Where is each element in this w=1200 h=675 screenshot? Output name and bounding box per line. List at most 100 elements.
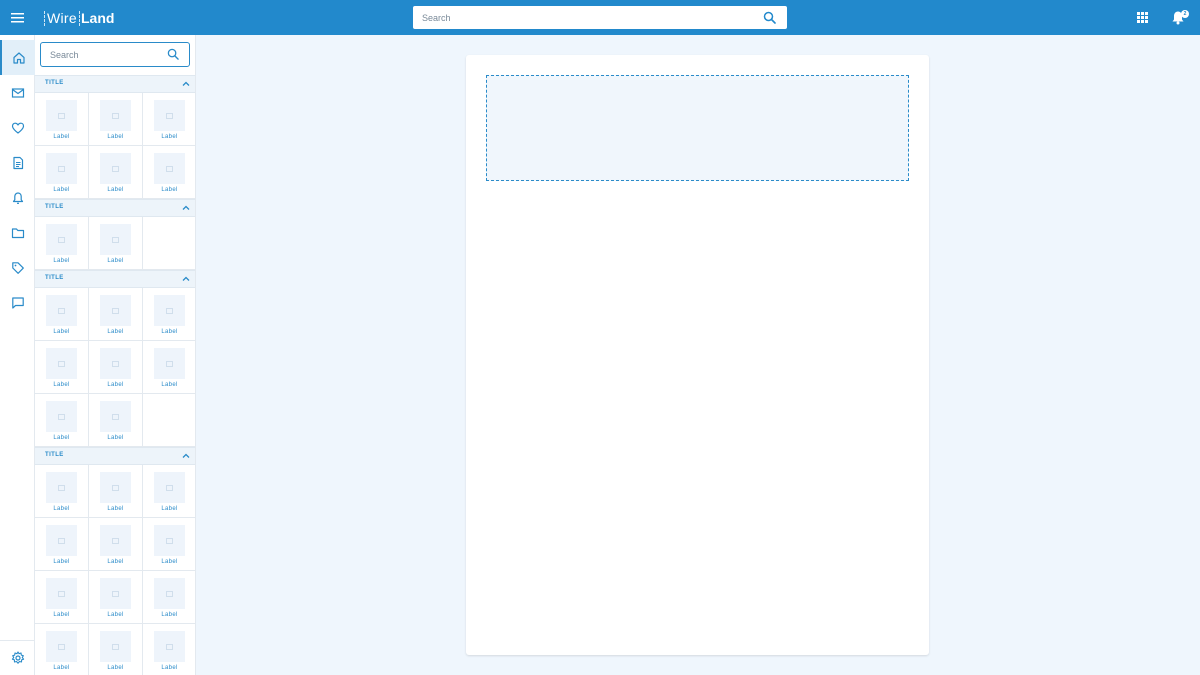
rail-item-chat[interactable] xyxy=(0,285,35,320)
component-tile[interactable]: Label xyxy=(35,146,89,199)
section-title: TITLE xyxy=(45,204,64,210)
chevron-up-icon[interactable] xyxy=(182,452,190,460)
rail-item-favorites[interactable] xyxy=(0,110,35,145)
component-grid: Label Label Label Label Label Label Label Label xyxy=(35,288,195,447)
image-placeholder-icon xyxy=(112,165,119,172)
top-bar: Wire Land 2 xyxy=(0,0,1200,35)
tile-thumbnail xyxy=(46,348,77,379)
rail-item-settings[interactable] xyxy=(0,640,35,675)
component-tile[interactable]: Label xyxy=(89,394,143,447)
component-tile[interactable]: Label xyxy=(143,146,195,199)
image-placeholder-icon xyxy=(166,590,173,597)
component-tile[interactable]: Label xyxy=(89,465,143,518)
component-tile[interactable]: Label xyxy=(143,624,195,675)
tile-thumbnail xyxy=(100,578,131,609)
canvas-page[interactable] xyxy=(466,55,929,655)
menu-icon[interactable] xyxy=(10,10,25,25)
chevron-up-icon[interactable] xyxy=(182,275,190,283)
rail-item-tags[interactable] xyxy=(0,250,35,285)
section-header[interactable]: TITLE xyxy=(35,447,195,465)
image-placeholder-icon xyxy=(112,590,119,597)
tile-thumbnail xyxy=(46,100,77,131)
tile-label: Label xyxy=(107,559,124,565)
empty-tile xyxy=(143,394,195,447)
component-tile[interactable]: Label xyxy=(89,288,143,341)
image-placeholder-icon xyxy=(58,307,65,314)
logo-wire: Wire xyxy=(44,10,80,26)
component-tile[interactable]: Label xyxy=(143,465,195,518)
mail-icon xyxy=(11,87,24,98)
tile-thumbnail xyxy=(100,472,131,503)
component-tile[interactable]: Label xyxy=(35,518,89,571)
rail-item-alerts[interactable] xyxy=(0,180,35,215)
component-tile[interactable]: Label xyxy=(143,341,195,394)
component-tile[interactable]: Label xyxy=(35,571,89,624)
tile-thumbnail xyxy=(100,153,131,184)
tile-label: Label xyxy=(53,329,70,335)
tile-thumbnail xyxy=(100,295,131,326)
apps-grid-icon[interactable] xyxy=(1137,12,1148,23)
component-tile[interactable]: Label xyxy=(35,465,89,518)
tile-label: Label xyxy=(161,559,178,565)
image-placeholder-icon xyxy=(166,484,173,491)
tile-label: Label xyxy=(53,559,70,565)
rail-item-home[interactable] xyxy=(0,40,35,75)
tile-label: Label xyxy=(107,612,124,618)
tile-label: Label xyxy=(53,506,70,512)
image-placeholder-icon xyxy=(58,484,65,491)
component-tile[interactable]: Label xyxy=(89,93,143,146)
tile-label: Label xyxy=(161,665,178,671)
component-tile[interactable]: Label xyxy=(35,93,89,146)
search-icon[interactable] xyxy=(763,11,776,24)
app-logo[interactable]: Wire Land xyxy=(44,8,114,28)
component-tile[interactable]: Label xyxy=(35,394,89,447)
component-tile[interactable]: Label xyxy=(35,624,89,675)
panel-search-input[interactable] xyxy=(41,43,159,66)
tile-thumbnail xyxy=(154,153,185,184)
tile-thumbnail xyxy=(154,578,185,609)
tile-label: Label xyxy=(53,382,70,388)
drop-zone[interactable] xyxy=(486,75,909,181)
tile-thumbnail xyxy=(100,224,131,255)
tile-thumbnail xyxy=(46,472,77,503)
tile-label: Label xyxy=(161,329,178,335)
section-header[interactable]: TITLE xyxy=(35,270,195,288)
component-tile[interactable]: Label xyxy=(35,341,89,394)
tile-label: Label xyxy=(161,187,178,193)
rail-item-documents[interactable] xyxy=(0,145,35,180)
chevron-up-icon[interactable] xyxy=(182,204,190,212)
section-header[interactable]: TITLE xyxy=(35,199,195,217)
section-header[interactable]: TITLE xyxy=(35,75,195,93)
component-tile[interactable]: Label xyxy=(35,217,89,270)
image-placeholder-icon xyxy=(166,112,173,119)
folder-icon xyxy=(11,227,24,238)
top-search-input[interactable] xyxy=(413,6,753,29)
tile-thumbnail xyxy=(100,401,131,432)
logo-land: Land xyxy=(80,10,115,26)
rail-item-folders[interactable] xyxy=(0,215,35,250)
component-grid: Label Label Label Label Label Label xyxy=(35,93,195,199)
component-tile[interactable]: Label xyxy=(89,624,143,675)
tag-icon xyxy=(11,261,24,274)
component-tile[interactable]: Label xyxy=(89,341,143,394)
tile-label: Label xyxy=(107,187,124,193)
component-tile[interactable]: Label xyxy=(89,146,143,199)
tile-label: Label xyxy=(161,506,178,512)
image-placeholder-icon xyxy=(166,307,173,314)
rail-item-mail[interactable] xyxy=(0,75,35,110)
component-tile[interactable]: Label xyxy=(89,217,143,270)
chevron-up-icon[interactable] xyxy=(182,80,190,88)
component-tile[interactable]: Label xyxy=(89,571,143,624)
tile-label: Label xyxy=(107,506,124,512)
image-placeholder-icon xyxy=(166,165,173,172)
component-tile[interactable]: Label xyxy=(143,288,195,341)
component-tile[interactable]: Label xyxy=(143,93,195,146)
image-placeholder-icon xyxy=(58,537,65,544)
component-tile[interactable]: Label xyxy=(35,288,89,341)
component-tile[interactable]: Label xyxy=(143,518,195,571)
image-placeholder-icon xyxy=(112,360,119,367)
component-tile[interactable]: Label xyxy=(143,571,195,624)
component-tile[interactable]: Label xyxy=(89,518,143,571)
search-icon[interactable] xyxy=(167,48,179,60)
tile-thumbnail xyxy=(154,348,185,379)
